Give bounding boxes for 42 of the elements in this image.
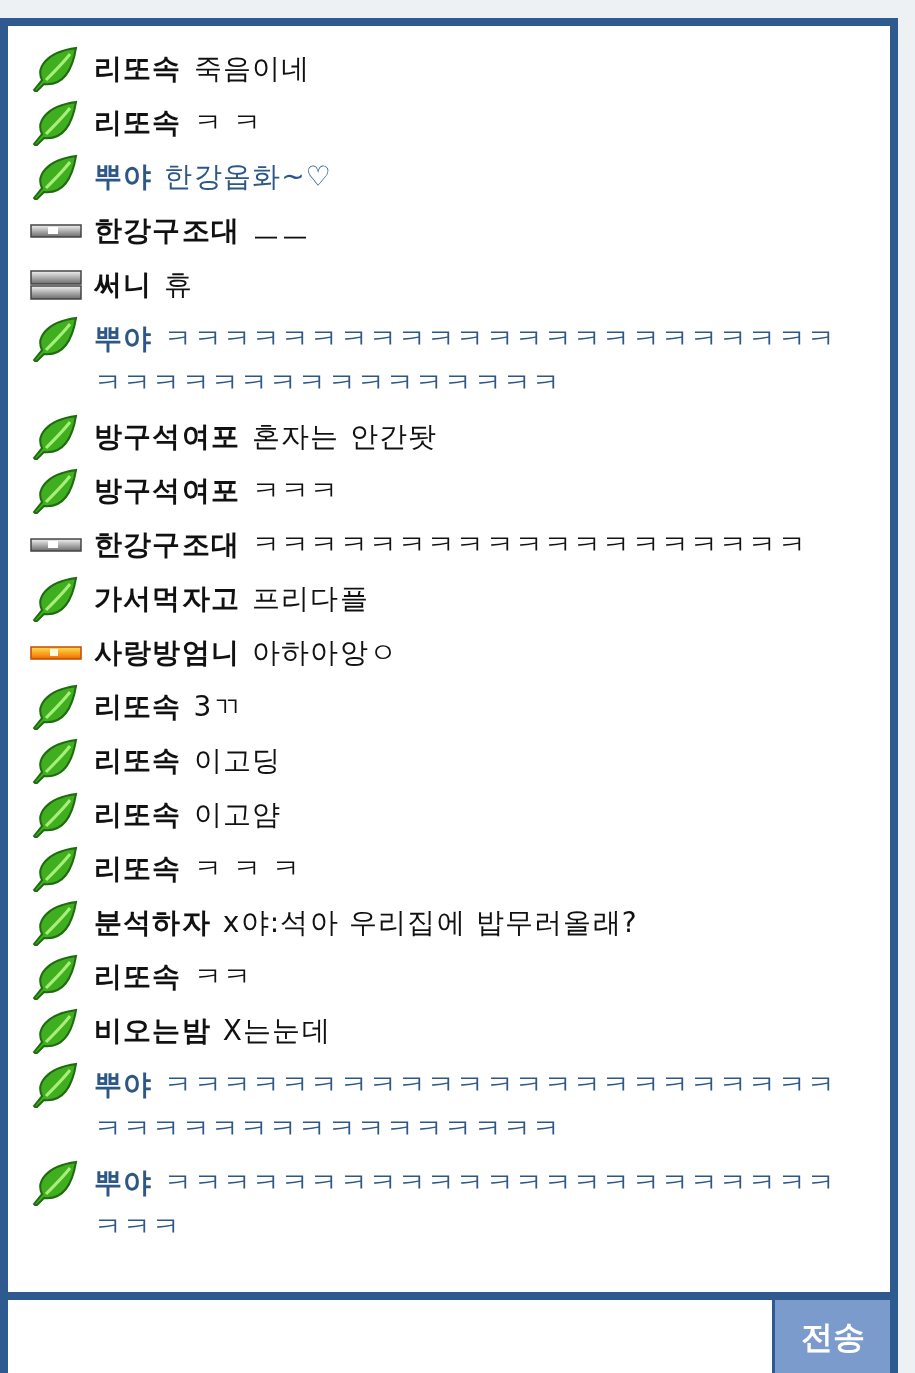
chat-message: 방구석여포 ㅋㅋㅋ [94,473,340,509]
chat-message: 뿌야 ㅋㅋㅋㅋㅋㅋㅋㅋㅋㅋㅋㅋㅋㅋㅋㅋㅋㅋㅋㅋㅋㅋㅋㅋㅋㅋㅋㅋㅋㅋㅋㅋㅋㅋㅋㅋㅋㅋㅋ [94,321,837,401]
bar-icon [30,224,82,238]
chat-message: 한강구조대 ㅋㅋㅋㅋㅋㅋㅋㅋㅋㅋㅋㅋㅋㅋㅋㅋㅋㅋㅋ [94,527,807,563]
send-button[interactable]: 전송 [775,1300,890,1373]
leaf-icon [30,900,78,946]
chat-message: 가서먹자고 프리다플 [94,581,369,617]
chat-message: 리또속 죽음이네 [94,51,311,87]
leaf-icon [30,1062,78,1108]
leaf-icon [30,738,78,784]
chat-message: 뿌야 ㅋㅋㅋㅋㅋㅋㅋㅋㅋㅋㅋㅋㅋㅋㅋㅋㅋㅋㅋㅋㅋㅋㅋㅋㅋㅋ [94,1165,837,1245]
bar-icon [30,646,82,660]
leaf-icon [30,46,78,92]
leaf-icon [30,100,78,146]
chat-message: 써니 휴 [94,267,194,303]
chat-message: 리또속 이고딩 [94,743,282,779]
stacked-bars-icon [30,270,82,300]
leaf-icon [30,846,78,892]
message-input-field[interactable] [8,1300,772,1373]
leaf-icon [30,576,78,622]
chat-message: 방구석여포 혼자는 안간돳 [94,419,438,455]
leaf-icon [30,414,78,460]
chat-message: 분석하자 x야:석아 우리집에 밥무러올래? [94,905,638,941]
chat-message: 리또속 ㅋ ㅋ ㅋ [94,851,302,887]
leaf-icon [30,1160,78,1206]
leaf-icon [30,154,78,200]
leaf-icon [30,1008,78,1054]
chat-message: 비오는밤 X는눈데 [94,1013,331,1049]
chat-message: 사랑방엄니 아하아앙ㅇ [94,635,398,671]
leaf-icon [30,316,78,362]
bar-icon [30,538,82,552]
chat-message: 리또속 ㅋㅋ [94,959,252,995]
chat-message: 뿌야 한강옵화~♡ [94,159,333,195]
leaf-icon [30,792,78,838]
leaf-icon [30,684,78,730]
chat-message: 뿌야 ㅋㅋㅋㅋㅋㅋㅋㅋㅋㅋㅋㅋㅋㅋㅋㅋㅋㅋㅋㅋㅋㅋㅋㅋㅋㅋㅋㅋㅋㅋㅋㅋㅋㅋㅋㅋㅋㅋㅋ [94,1067,837,1147]
chat-message: 리또속 ㅋ ㅋ [94,105,263,141]
leaf-icon [30,954,78,1000]
chat-message: 한강구조대 ㅡㅡ [94,213,311,249]
leaf-icon [30,468,78,514]
chat-message: 리또속 이고얌 [94,797,282,833]
chat-message: 리또속 3ㄲ [94,689,242,725]
